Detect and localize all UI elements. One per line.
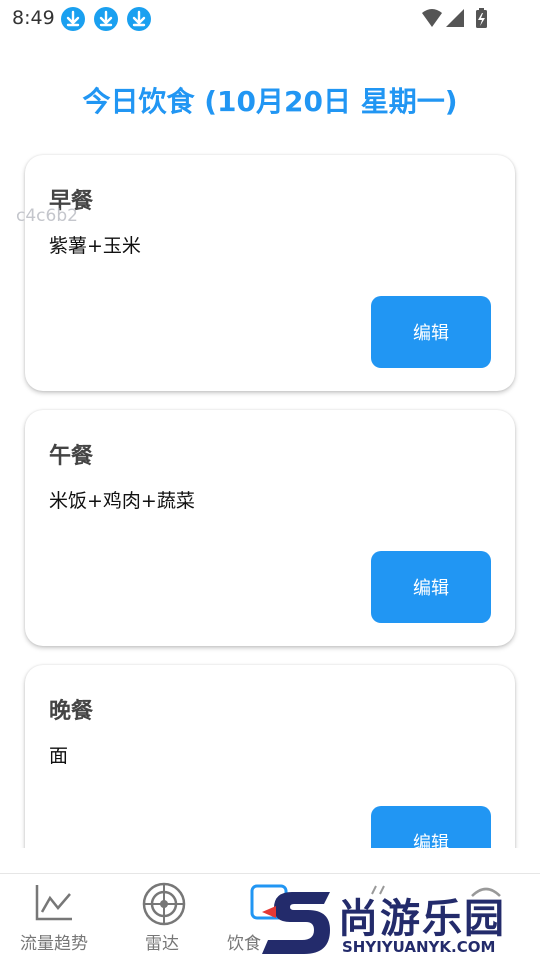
radar-icon xyxy=(142,882,186,930)
download-icon xyxy=(94,7,118,31)
page-title: 今日饮食 (10月20日 星期一) xyxy=(82,85,458,118)
meal-card-breakfast: 早餐 紫薯+玉米 编辑 xyxy=(25,155,515,391)
nav-item-traffic-trend[interactable]: 流量趋势 xyxy=(0,874,108,960)
status-bar: 8:49 xyxy=(0,0,540,38)
meal-desc: 面 xyxy=(49,745,69,767)
meal-desc: 紫薯+玉米 xyxy=(49,235,141,257)
signal-icon xyxy=(446,9,464,27)
brand-name: 尚游乐园 xyxy=(338,896,506,942)
edit-button[interactable]: 编辑 xyxy=(371,296,491,368)
meal-list[interactable]: 早餐 紫薯+玉米 编辑 午餐 米饭+鸡肉+蔬菜 编辑 晚餐 面 编辑 xyxy=(0,150,540,848)
edit-button[interactable]: 编辑 xyxy=(371,806,491,848)
trend-chart-icon xyxy=(34,882,74,926)
status-time: 8:49 xyxy=(12,7,55,29)
meal-card-dinner: 晚餐 面 编辑 xyxy=(25,665,515,848)
brand-url: SHYIYUANYK.COM xyxy=(342,938,496,956)
meal-desc: 米饭+鸡肉+蔬菜 xyxy=(49,490,195,512)
system-icons xyxy=(420,7,500,35)
nav-label: 流量趋势 xyxy=(20,934,88,954)
brand-logo-icon xyxy=(262,892,330,954)
meal-title: 午餐 xyxy=(49,444,94,469)
edit-button[interactable]: 编辑 xyxy=(371,551,491,623)
battery-icon xyxy=(476,8,487,28)
meal-title: 晚餐 xyxy=(49,699,94,724)
brand-watermark: 尚游乐园 SHYIYUANYK.COM xyxy=(262,882,540,960)
overlay-text: c4c6b2 xyxy=(16,206,78,226)
download-icon xyxy=(127,7,151,31)
meal-card-lunch: 午餐 米饭+鸡肉+蔬菜 编辑 xyxy=(25,410,515,646)
download-icon xyxy=(61,7,85,31)
wifi-icon xyxy=(422,9,442,27)
